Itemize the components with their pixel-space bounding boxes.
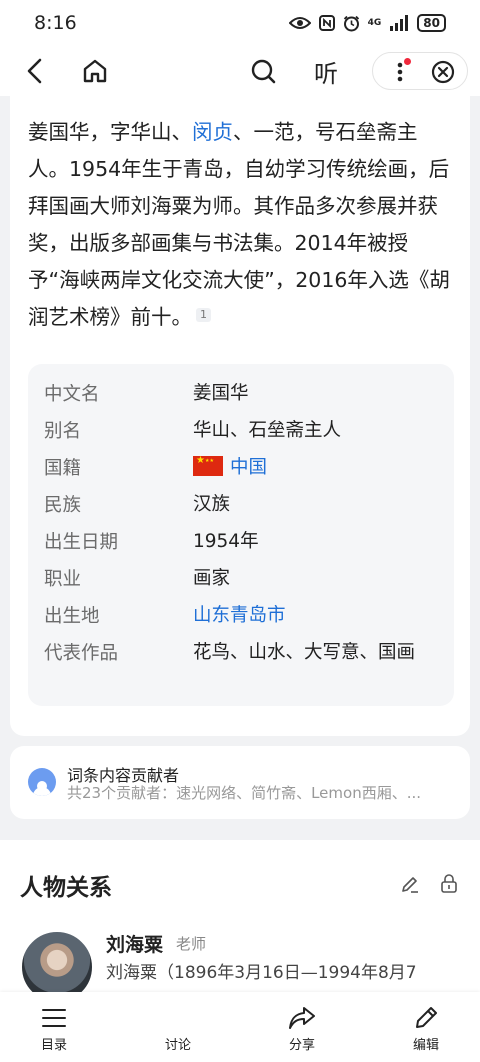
search-button[interactable] xyxy=(246,54,280,88)
notification-dot xyxy=(404,58,411,65)
more-vertical-icon xyxy=(397,62,403,82)
intro-paragraph: 姜国华，字华山、闵贞、一范，号石垒斋主人。1954年生于青岛，自幼学习传统绘画，… xyxy=(28,114,458,336)
home-icon xyxy=(83,59,107,83)
status-bar: 8:16 4G 80 xyxy=(0,0,480,46)
pencil-icon xyxy=(402,877,418,893)
top-nav-bar: 听 xyxy=(0,46,480,96)
bottom-toolbar: 目录 讨论 分享 编辑 xyxy=(0,992,480,1062)
tab-contents[interactable]: 目录 xyxy=(4,992,104,1062)
infobox-value: 华山、石垒斋主人 xyxy=(193,420,342,441)
mini-program-capsule xyxy=(372,52,468,90)
relations-lock-button[interactable] xyxy=(438,874,460,898)
listen-button[interactable]: 听 xyxy=(308,54,344,88)
share-icon xyxy=(289,1007,315,1029)
lock-icon xyxy=(441,874,457,893)
nfc-icon xyxy=(318,15,335,31)
tab-label: 分享 xyxy=(288,1038,315,1053)
contributors-list: 共23个贡献者：速光网络、简竹斋、Lemon西厢、... xyxy=(67,784,422,802)
tab-label: 目录 xyxy=(40,1038,67,1053)
network-type: 4G xyxy=(367,17,382,28)
summary-card: 姜国华，字华山、闵贞、一范，号石垒斋主人。1954年生于青岛，自幼学习传统绘画，… xyxy=(10,96,470,736)
infobox-key: 职业 xyxy=(44,569,82,590)
intro-text-1: 姜国华，字华山、 xyxy=(28,120,192,144)
edit-icon xyxy=(416,1007,437,1028)
status-time: 8:16 xyxy=(34,12,77,34)
infobox-key: 别名 xyxy=(44,421,82,442)
close-button[interactable] xyxy=(429,55,457,89)
tab-label: 编辑 xyxy=(412,1038,439,1053)
relations-edit-button[interactable] xyxy=(400,874,420,898)
infobox-value: 花鸟、山水、大写意、国画 xyxy=(193,642,416,663)
infobox-key: 民族 xyxy=(44,495,82,516)
status-icons: 4G 80 xyxy=(288,14,446,32)
tab-discussion[interactable]: 讨论 xyxy=(128,992,228,1062)
infobox-key: 出生地 xyxy=(44,606,100,627)
infobox-value: 姜国华 xyxy=(193,383,249,404)
infobox-key: 出生日期 xyxy=(44,532,119,553)
infobox-value: 1954年 xyxy=(193,531,259,552)
person-description: 刘海粟（1896年3月16日—1994年8月7 xyxy=(106,963,417,983)
infobox-value: 汉族 xyxy=(193,494,231,515)
intro-text-2: 、一范，号石垒斋主人。1954年生于青岛，自幼学习传统绘画，后拜国画大师刘海粟为… xyxy=(28,120,450,329)
eye-icon xyxy=(288,17,311,29)
birthplace-link[interactable]: 山东青岛市 xyxy=(193,602,438,630)
contributor-user-icon xyxy=(28,768,56,796)
nationality-link[interactable]: 中国 xyxy=(230,457,267,478)
infobox-value: 画家 xyxy=(193,568,231,589)
back-arrow-icon xyxy=(27,58,42,84)
citation-badge[interactable]: 1 xyxy=(196,308,211,322)
list-icon xyxy=(42,1009,66,1027)
contributors-card[interactable]: 词条内容贡献者 共23个贡献者：速光网络、简竹斋、Lemon西厢、... xyxy=(10,746,470,819)
signal-icon xyxy=(390,15,409,31)
infobox-key: 代表作品 xyxy=(44,643,119,664)
alarm-icon xyxy=(343,15,359,31)
tab-edit[interactable]: 编辑 xyxy=(376,992,476,1062)
china-flag-icon xyxy=(193,455,223,476)
intro-link-minzhen[interactable]: 闵贞 xyxy=(192,120,233,144)
infobox: 中文名 姜国华 别名 华山、石垒斋主人 国籍 中国 民族 汉族 出生日期 195… xyxy=(28,364,454,706)
infobox-key: 国籍 xyxy=(44,458,82,479)
relations-section: 人物关系 刘海粟 老师 刘海粟（1896年3月16日—1994年8月7 xyxy=(0,840,480,1004)
person-name[interactable]: 刘海粟 xyxy=(106,930,163,957)
home-button[interactable] xyxy=(78,54,112,88)
back-button[interactable] xyxy=(18,54,52,88)
tab-label: 讨论 xyxy=(164,1038,191,1053)
relations-title: 人物关系 xyxy=(20,875,112,901)
infobox-key: 中文名 xyxy=(44,384,100,405)
close-circle-icon xyxy=(431,60,455,84)
person-role: 老师 xyxy=(176,935,207,953)
infobox-value-nationality[interactable]: 中国 xyxy=(193,454,438,482)
search-icon xyxy=(251,59,276,84)
tab-share[interactable]: 分享 xyxy=(252,992,352,1062)
battery-indicator: 80 xyxy=(417,14,446,32)
